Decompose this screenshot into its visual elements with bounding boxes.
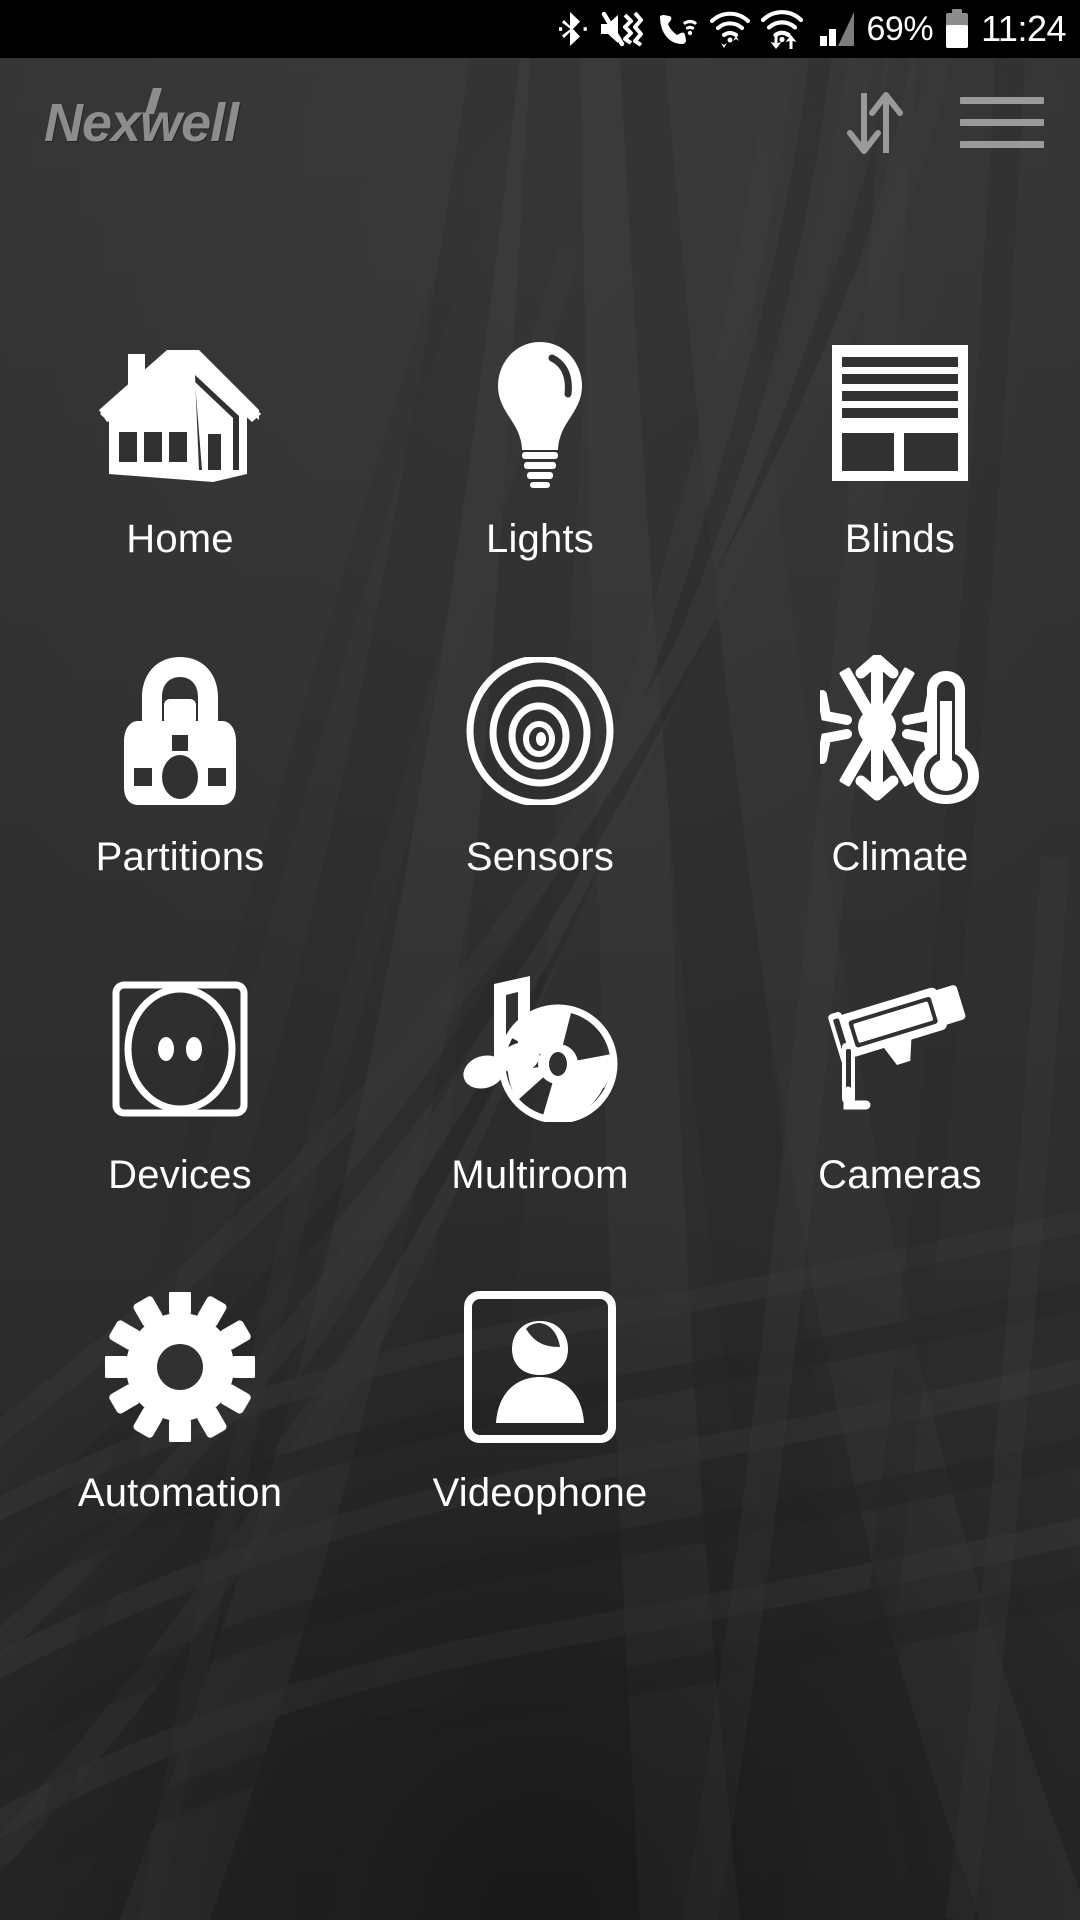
app-logo: Nexwell xyxy=(44,88,239,154)
grid-item-blinds[interactable]: Blinds xyxy=(720,330,1080,648)
grid-item-sensors[interactable]: Sensors xyxy=(360,648,720,966)
grid-item-label: Home xyxy=(126,517,234,561)
grid-item-label: Automation xyxy=(77,1471,283,1515)
grid-item-devices[interactable]: Devices xyxy=(0,966,360,1284)
cellular-signal-icon xyxy=(819,12,854,46)
status-bar-clock: 11:24 xyxy=(981,8,1066,49)
feature-grid: Home Lights Blinds Partitions Sensors Cl… xyxy=(0,330,1080,1602)
sync-arrows-icon[interactable] xyxy=(840,85,910,161)
status-bar: 69% 11:24 xyxy=(0,0,1080,58)
phone-screen: 69% 11:24 Nexwell Home Lights Blinds Par… xyxy=(0,0,1080,1920)
grid-item-label: Devices xyxy=(108,1153,252,1197)
vibrate-mute-icon xyxy=(600,11,643,47)
security-camera-icon xyxy=(720,966,1080,1131)
app-header: Nexwell xyxy=(0,58,1080,188)
grid-item-empty xyxy=(720,1284,1080,1602)
grid-item-label: Cameras xyxy=(818,1153,982,1197)
wifi-calling-icon xyxy=(709,11,750,48)
grid-item-label: Lights xyxy=(486,517,594,561)
grid-item-cameras[interactable]: Cameras xyxy=(720,966,1080,1284)
snowflake-thermometer-icon xyxy=(720,648,1080,813)
wifi-data-icon xyxy=(760,10,803,49)
power-socket-icon xyxy=(0,966,360,1131)
grid-item-partitions[interactable]: Partitions xyxy=(0,648,360,966)
music-note-disc-icon xyxy=(360,966,720,1131)
grid-item-label: Sensors xyxy=(465,835,615,879)
lightbulb-icon xyxy=(360,330,720,495)
battery-percent-label: 69% xyxy=(866,10,934,48)
grid-item-videophone[interactable]: Videophone xyxy=(360,1284,720,1602)
grid-item-automation[interactable]: Automation xyxy=(0,1284,360,1602)
grid-item-climate[interactable]: Climate xyxy=(720,648,1080,966)
battery-icon xyxy=(946,9,969,48)
grid-item-home[interactable]: Home xyxy=(0,330,360,648)
header-actions xyxy=(840,85,1044,161)
bluetooth-icon xyxy=(558,12,587,46)
motion-sensor-icon xyxy=(360,648,720,813)
grid-item-label: Videophone xyxy=(432,1471,648,1515)
grid-item-label: Blinds xyxy=(844,517,956,561)
grid-item-label: Climate xyxy=(831,835,969,879)
app-logo-text: Nexwell xyxy=(44,93,239,153)
window-blinds-icon xyxy=(720,330,1080,495)
call-icon xyxy=(659,15,697,44)
gear-icon xyxy=(0,1284,360,1449)
person-frame-icon xyxy=(360,1284,720,1449)
grid-item-label: Multiroom xyxy=(451,1153,629,1197)
padlock-icon xyxy=(0,648,360,813)
house-icon xyxy=(0,330,360,495)
grid-item-label: Partitions xyxy=(95,835,265,879)
hamburger-menu-icon[interactable] xyxy=(960,94,1044,152)
grid-item-multiroom[interactable]: Multiroom xyxy=(360,966,720,1284)
grid-item-lights[interactable]: Lights xyxy=(360,330,720,648)
